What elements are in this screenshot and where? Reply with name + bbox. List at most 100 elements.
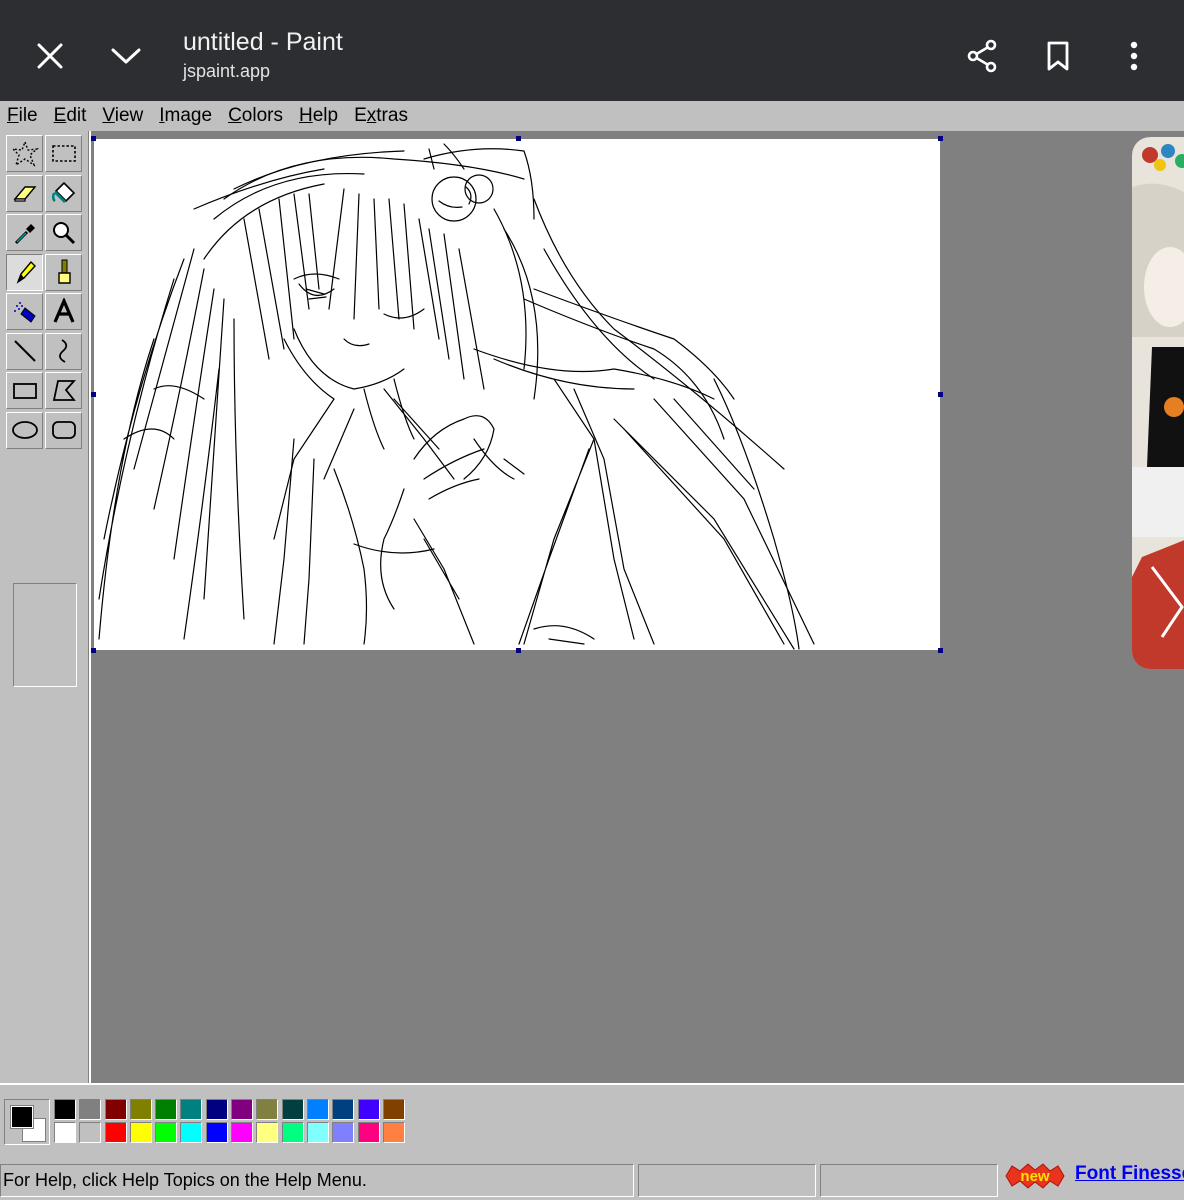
- toolbox: [0, 131, 91, 1083]
- resize-handle[interactable]: [516, 136, 521, 141]
- tool-eraser[interactable]: [6, 174, 43, 212]
- menu-extras[interactable]: Extras: [346, 102, 416, 130]
- more-options-button[interactable]: [1112, 34, 1156, 78]
- palette-color-swatch[interactable]: [79, 1099, 102, 1120]
- palette-color-swatch[interactable]: [382, 1122, 405, 1143]
- magnifier-icon: [52, 221, 75, 244]
- rounded-rectangle-icon: [51, 421, 76, 439]
- tool-grid: [6, 135, 84, 451]
- tool-brush[interactable]: [45, 253, 82, 291]
- tool-polygon[interactable]: [45, 372, 82, 409]
- menu-edit[interactable]: Edit: [46, 102, 95, 130]
- eraser-icon: [13, 186, 36, 202]
- palette-color-swatch[interactable]: [256, 1122, 279, 1143]
- palette-color-swatch[interactable]: [104, 1099, 127, 1120]
- palette-color-swatch[interactable]: [180, 1122, 203, 1143]
- tool-curve[interactable]: [45, 332, 82, 370]
- palette-color-swatch[interactable]: [231, 1099, 254, 1120]
- palette-color-swatch[interactable]: [205, 1122, 228, 1143]
- page-title-block: untitled - Paint jspaint.app: [183, 26, 343, 84]
- paint-bucket-icon: [51, 181, 75, 203]
- pencil-icon: [16, 260, 36, 284]
- palette-color-swatch[interactable]: [332, 1099, 355, 1120]
- palette-color-swatch[interactable]: [382, 1099, 405, 1120]
- share-button[interactable]: [960, 34, 1004, 78]
- menu-bar: File Edit View Image Colors Help Extras: [0, 101, 1184, 131]
- menu-file[interactable]: File: [0, 102, 46, 130]
- close-icon: [37, 43, 63, 69]
- more-vert-icon: [1130, 41, 1138, 71]
- font-finesse-link[interactable]: Font Finesse: [1075, 1163, 1184, 1185]
- close-button[interactable]: [28, 34, 72, 78]
- bookmark-button[interactable]: [1036, 34, 1080, 78]
- palette-color-swatch[interactable]: [54, 1099, 76, 1120]
- resize-handle[interactable]: [938, 392, 943, 397]
- tool-rectangle[interactable]: [6, 372, 43, 409]
- menu-view[interactable]: View: [94, 102, 151, 130]
- resize-handle[interactable]: [91, 392, 96, 397]
- page-url: jspaint.app: [183, 61, 271, 81]
- foreground-color-swatch[interactable]: [11, 1106, 33, 1128]
- palette-color-swatch[interactable]: [231, 1122, 254, 1143]
- palette-color-swatch[interactable]: [129, 1122, 152, 1143]
- tool-fill-with-color[interactable]: [45, 174, 82, 212]
- eyedropper-icon: [14, 223, 35, 244]
- resize-handle[interactable]: [91, 136, 96, 141]
- palette-color-swatch[interactable]: [281, 1099, 304, 1120]
- palette-color-swatch[interactable]: [155, 1099, 178, 1120]
- palette-color-swatch[interactable]: [79, 1122, 102, 1143]
- new-badge-icon: new: [1005, 1163, 1065, 1189]
- palette-color-swatch[interactable]: [256, 1099, 279, 1120]
- menu-help[interactable]: Help: [291, 102, 346, 130]
- palette-color-swatch[interactable]: [104, 1122, 127, 1143]
- palette-color-swatch[interactable]: [332, 1122, 355, 1143]
- palette-color-swatch[interactable]: [306, 1122, 329, 1143]
- polygon-icon: [52, 379, 76, 401]
- tool-airbrush[interactable]: [6, 293, 43, 330]
- palette-color-swatch[interactable]: [155, 1122, 178, 1143]
- palette-color-swatch[interactable]: [180, 1099, 203, 1120]
- line-icon: [13, 340, 36, 362]
- menu-image[interactable]: Image: [151, 102, 220, 130]
- current-colors[interactable]: [4, 1099, 50, 1145]
- collapse-button[interactable]: [104, 34, 148, 78]
- tool-rounded-rectangle[interactable]: [45, 411, 82, 449]
- brush-icon: [57, 259, 71, 284]
- tool-text[interactable]: [45, 293, 82, 330]
- palette-color-swatch[interactable]: [281, 1122, 304, 1143]
- text-icon: [53, 297, 74, 323]
- palette-color-swatch[interactable]: [357, 1099, 380, 1120]
- side-panel-thumbnail[interactable]: [1132, 137, 1184, 669]
- sketch-drawing: [98, 143, 815, 650]
- color-box: [0, 1083, 1184, 1161]
- tool-select[interactable]: [45, 135, 82, 172]
- palette-color-swatch[interactable]: [357, 1122, 380, 1143]
- palette-color-swatch[interactable]: [129, 1099, 152, 1120]
- free-form-select-icon: [10, 139, 39, 167]
- tool-free-form-select[interactable]: [6, 135, 43, 172]
- palette-color-swatch[interactable]: [205, 1099, 228, 1120]
- tool-magnifier[interactable]: [45, 214, 82, 251]
- drawing-canvas[interactable]: [91, 136, 943, 653]
- status-position: [638, 1164, 816, 1197]
- status-size: [820, 1164, 998, 1197]
- resize-handle[interactable]: [938, 136, 943, 141]
- tool-pencil[interactable]: [6, 253, 43, 291]
- status-help-text: For Help, click Help Topics on the Help …: [0, 1164, 634, 1197]
- rect-select-icon: [51, 144, 76, 162]
- status-bar: For Help, click Help Topics on the Help …: [0, 1161, 1184, 1200]
- tool-ellipse[interactable]: [6, 411, 43, 449]
- palette-color-swatch[interactable]: [306, 1099, 329, 1120]
- resize-handle[interactable]: [91, 648, 96, 653]
- tool-line[interactable]: [6, 332, 43, 370]
- color-palette: [54, 1099, 408, 1145]
- resize-handle[interactable]: [516, 648, 521, 653]
- tool-pick-color[interactable]: [6, 214, 43, 251]
- share-icon: [967, 39, 997, 73]
- palette-color-swatch[interactable]: [54, 1122, 76, 1143]
- tool-options-box[interactable]: [13, 583, 77, 687]
- rectangle-icon: [12, 382, 37, 399]
- resize-handle[interactable]: [938, 648, 943, 653]
- canvas-area: [91, 131, 1184, 1083]
- menu-colors[interactable]: Colors: [220, 102, 291, 130]
